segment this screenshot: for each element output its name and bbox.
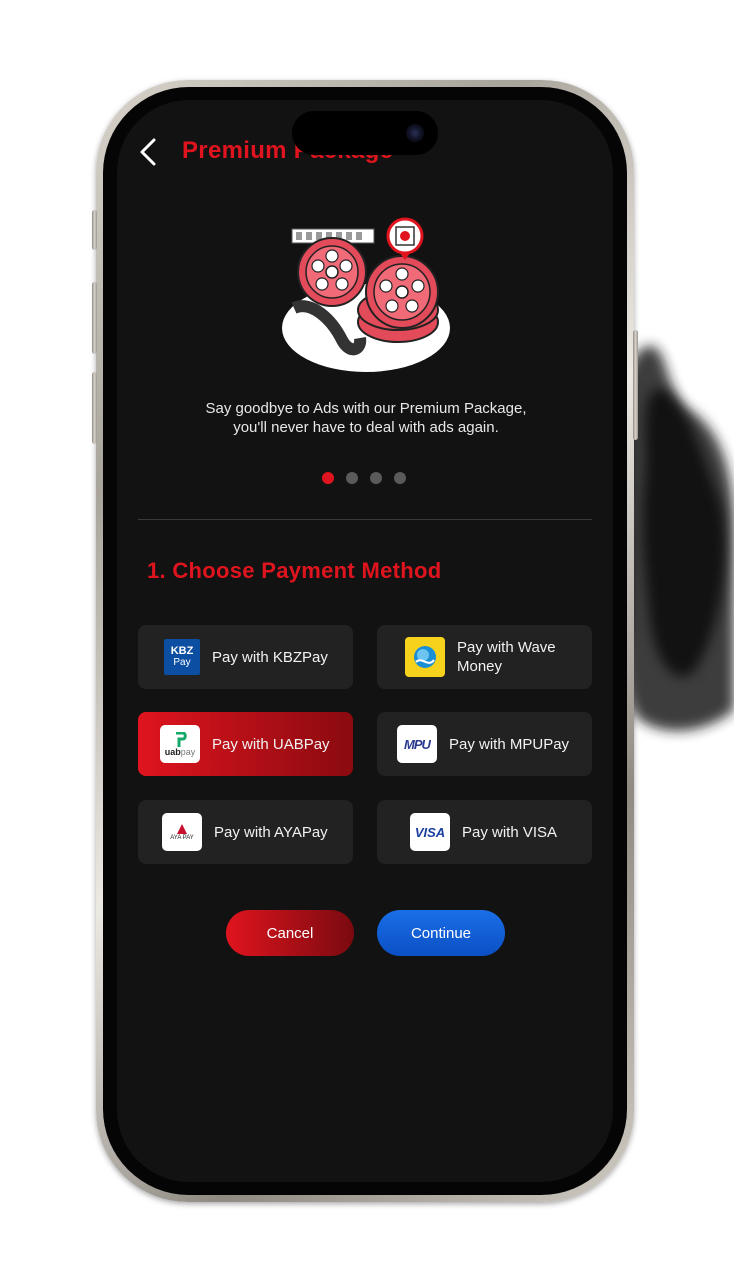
description-line-1: Say goodbye to Ads with our Premium Pack… (205, 400, 527, 417)
phone-volume-up-button (92, 282, 97, 354)
section-title: 1. Choose Payment Method (147, 558, 442, 583)
payment-option-ayapay[interactable]: AYA PAY Pay with AYAPay (138, 800, 353, 864)
payment-option-uabpay[interactable]: uabpay Pay with UABPay (138, 712, 353, 776)
film-reels-illustration (282, 217, 450, 372)
phone-action-button (92, 210, 97, 250)
payment-option-kbzpay[interactable]: KBZ Pay Pay with KBZPay (138, 625, 353, 689)
mpu-logo-icon: MPU (397, 725, 437, 763)
description-line-2: you'll never have to deal with ads again… (233, 419, 499, 436)
back-button[interactable] (136, 134, 164, 170)
phone-volume-down-button (92, 372, 97, 444)
front-camera-icon (406, 124, 424, 142)
cancel-button[interactable]: Cancel (226, 910, 354, 956)
ayapay-logo-icon: AYA PAY (162, 813, 202, 851)
continue-button[interactable]: Continue (377, 910, 505, 956)
chevron-left-icon (140, 138, 156, 166)
payment-option-label: Pay with UABPay (212, 735, 330, 753)
payment-option-visa[interactable]: VISA Pay with VISA (377, 800, 592, 864)
phone-power-button (633, 330, 638, 440)
payment-option-label: Pay with Wave Money (457, 639, 556, 675)
payment-option-wave-money[interactable]: Pay with Wave Money (377, 625, 592, 689)
carousel-dot-3[interactable] (370, 472, 382, 484)
wave-money-logo-icon (405, 637, 445, 677)
payment-option-label: Pay with KBZPay (212, 648, 328, 666)
payment-option-label: Pay with MPUPay (449, 735, 570, 753)
carousel-dot-1[interactable] (322, 472, 334, 484)
premium-description: Say goodbye to Ads with our Premium Pack… (160, 399, 572, 437)
dynamic-island (292, 111, 438, 155)
visa-logo-icon: VISA (410, 813, 450, 851)
carousel-dot-2[interactable] (346, 472, 358, 484)
uabpay-logo-icon: uabpay (160, 725, 200, 763)
payment-option-label: Pay with VISA (462, 823, 558, 841)
payment-option-mpupay[interactable]: MPU Pay with MPUPay (377, 712, 592, 776)
payment-option-label: Pay with AYAPay (214, 823, 328, 841)
carousel-dot-4[interactable] (394, 472, 406, 484)
kbzpay-logo-icon: KBZ Pay (164, 639, 200, 675)
divider (138, 519, 592, 520)
carousel-indicator (322, 472, 406, 486)
